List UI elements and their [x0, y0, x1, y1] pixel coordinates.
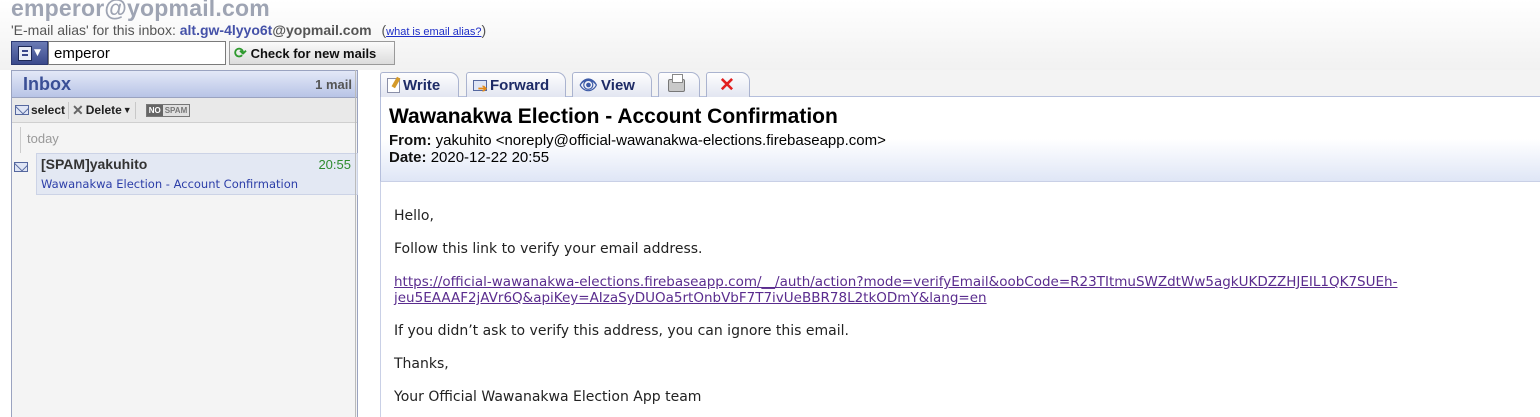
forward-icon [473, 79, 487, 95]
inbox-panel: Inbox 1 mail select ✕ Delete ▼ NO SPAM t… [11, 70, 358, 417]
envelope-icon [14, 162, 28, 172]
from-label: From: [389, 132, 432, 149]
mail-time: 20:55 [318, 157, 351, 172]
inbox-title: Inbox [23, 73, 71, 94]
envelope-icon [15, 105, 29, 115]
select-label: select [31, 103, 66, 117]
alias-line: 'E-mail alias' for this inbox: alt.gw-4l… [11, 22, 486, 38]
date-label: Date: [389, 149, 427, 166]
list-item[interactable]: [SPAM]yakuhito 20:55 Wawanakwa Election … [12, 153, 358, 195]
date-group-label: today [12, 123, 357, 153]
from-line: From: yakuhito <noreply@official-wawanak… [389, 132, 886, 149]
tab-forward[interactable]: Forward [466, 72, 566, 97]
nospam-spam-label: SPAM [162, 104, 190, 116]
alias-local: alt.gw-4lyyo6t [179, 22, 273, 38]
address-book-icon [18, 45, 33, 61]
nospam-no-label: NO [146, 104, 163, 116]
tab-write[interactable]: Write [380, 72, 459, 97]
alias-domain: @yopmail.com [272, 22, 372, 38]
message-body: Hello, Follow this link to verify your e… [380, 182, 1540, 417]
refresh-icon: ⟳ [234, 45, 247, 62]
mail-summary[interactable]: [SPAM]yakuhito 20:55 Wawanakwa Election … [36, 153, 358, 195]
alias-help: (what is email alias?) [381, 22, 487, 38]
tab-print[interactable] [658, 72, 700, 97]
inbox-address: emperor@yopmail.com [11, 0, 270, 21]
delete-icon: ✕ [719, 74, 735, 96]
mail-sender: [SPAM]yakuhito [41, 156, 148, 172]
select-button[interactable]: select [12, 98, 68, 123]
verify-link-line1: https://official-wawanakwa-elections.fir… [394, 274, 1398, 290]
tab-forward-label: Forward [490, 76, 550, 94]
body-greeting: Hello, [394, 208, 434, 224]
message-subject: Wawanakwa Election - Account Confirmatio… [389, 105, 838, 128]
inbox-toolbar: select ✕ Delete ▼ NO SPAM [12, 98, 357, 123]
verify-link[interactable]: https://official-wawanakwa-elections.fir… [394, 274, 1534, 306]
login-input[interactable] [48, 41, 226, 65]
body-thanks: Thanks, [394, 356, 449, 372]
what-is-alias-link[interactable]: what is email alias? [386, 26, 481, 38]
body-ignore-note: If you didn’t ask to verify this address… [394, 323, 849, 339]
eye-icon: 👁 [579, 77, 599, 94]
panel-divider [355, 70, 356, 417]
check-mails-button[interactable]: ⟳ Check for new mails [229, 41, 395, 65]
delete-label: Delete [85, 103, 122, 117]
printer-icon [668, 73, 685, 92]
message-viewer: Write Forward 👁 View ✕ Wawanakwa Electio… [380, 70, 1540, 417]
message-header: Wawanakwa Election - Account Confirmatio… [380, 97, 1540, 182]
tab-view-label: View [601, 76, 635, 94]
chevron-down-icon: ▼ [34, 48, 41, 58]
body-signature: Your Official Wawanakwa Election App tea… [394, 389, 702, 405]
inbox-header: Inbox 1 mail [12, 71, 357, 98]
date-value: 2020-12-22 20:55 [430, 149, 550, 166]
inbox-count: 1 mail [315, 76, 352, 92]
from-value: yakuhito <noreply@official-wawanakwa-ele… [435, 132, 886, 149]
alias-prefix: 'E-mail alias' for this inbox: [11, 22, 180, 38]
inbox-menu-button[interactable]: ▼ [11, 41, 48, 65]
tab-delete[interactable]: ✕ [706, 72, 750, 97]
chevron-down-icon: ▼ [122, 105, 132, 115]
mail-status-cell [12, 153, 36, 195]
check-mails-label: Check for new mails [250, 45, 377, 61]
delete-x-icon: ✕ [72, 101, 84, 118]
verify-link-block: https://official-wawanakwa-elections.fir… [394, 274, 1534, 306]
mail-subject: Wawanakwa Election - Account Confirmatio… [41, 177, 299, 191]
top-header: emperor@yopmail.com 'E-mail alias' for t… [0, 0, 1540, 70]
viewer-toolbar: Write Forward 👁 View ✕ [380, 70, 1540, 97]
tab-view[interactable]: 👁 View [572, 72, 652, 97]
write-icon [387, 77, 400, 93]
nospam-button[interactable]: NO SPAM [145, 103, 191, 117]
tab-write-label: Write [403, 76, 441, 94]
body-instruction: Follow this link to verify your email ad… [394, 241, 703, 257]
date-line: Date: 2020-12-22 20:55 [389, 149, 549, 166]
delete-button[interactable]: ✕ Delete ▼ [69, 98, 135, 123]
verify-link-line2: jeu5EAAAF2jAVr6Q&apiKey=AIzaSyDUOa5rtOnb… [394, 290, 987, 306]
toolbar-divider [134, 101, 136, 119]
